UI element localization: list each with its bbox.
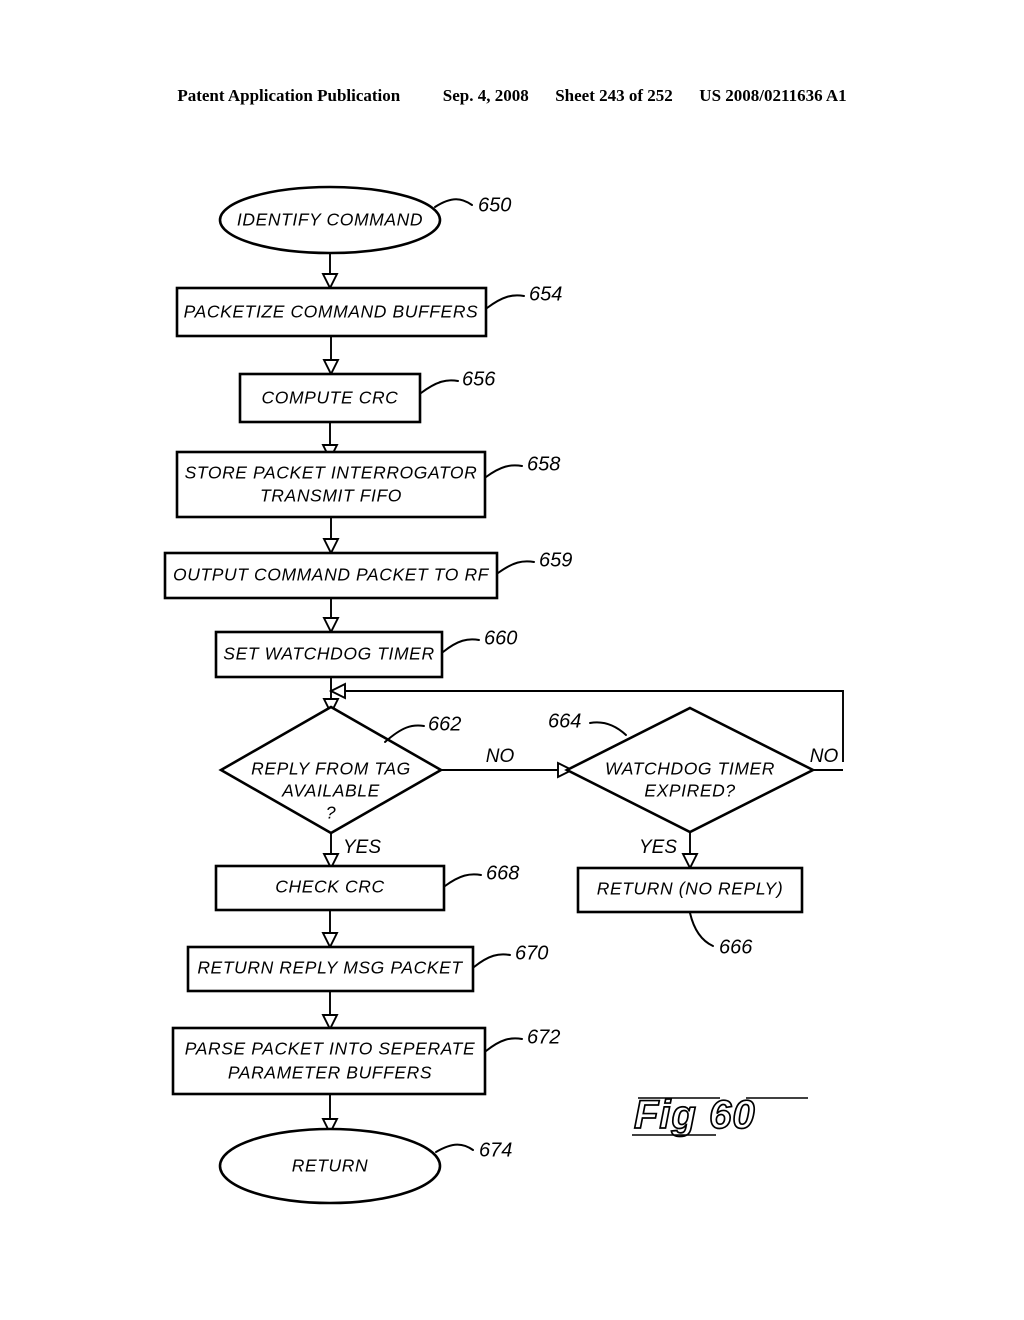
flow-node-watchdog-timer-expired: WATCHDOG TIMER EXPIRED? xyxy=(564,706,816,834)
branch-label-reply-yes: YES xyxy=(343,837,381,858)
ref-number-660: 660 xyxy=(484,627,517,649)
flow-node-reply-from-tag-available: REPLY FROM TAG AVAILABLE ? xyxy=(218,705,444,835)
node-label-664-line1: WATCHDOG TIMER xyxy=(605,759,775,779)
figure-caption-glyphs: Fig 60 xyxy=(632,1092,808,1138)
node-label-672-line1: PARSE PACKET INTO SEPERATE xyxy=(185,1039,475,1059)
node-label-650: IDENTIFY COMMAND xyxy=(237,210,423,230)
node-label-662-line1: REPLY FROM TAG xyxy=(251,759,411,779)
flow-node-check-crc: CHECK CRC xyxy=(214,864,446,912)
flow-node-output-command-packet-to-rf: OUTPUT COMMAND PACKET TO RF xyxy=(163,551,499,600)
node-label-674: RETURN xyxy=(292,1156,369,1176)
node-label-672-line2: PARAMETER BUFFERS xyxy=(228,1063,432,1083)
flow-node-packetize-command-buffers: PACKETIZE COMMAND BUFFERS xyxy=(175,286,488,338)
flow-node-return: RETURN xyxy=(218,1127,442,1205)
flow-node-return-no-reply: RETURN (NO REPLY) xyxy=(576,866,804,914)
branch-label-watchdog-no: NO xyxy=(810,746,839,767)
figure-caption-text: Fig 60 xyxy=(634,1093,756,1137)
node-label-664-line2: EXPIRED? xyxy=(644,781,735,801)
ref-number-650: 650 xyxy=(478,194,511,216)
ref-number-656: 656 xyxy=(462,368,496,390)
node-label-654: PACKETIZE COMMAND BUFFERS xyxy=(184,302,479,322)
node-label-670: RETURN REPLY MSG PACKET xyxy=(197,958,463,978)
node-label-662-line3: ? xyxy=(326,803,336,823)
node-label-668: CHECK CRC xyxy=(275,877,384,897)
figure-caption: Fig 60 xyxy=(628,1086,828,1142)
flow-node-parse-packet: PARSE PACKET INTO SEPERATE PARAMETER BUF… xyxy=(171,1026,487,1096)
ref-number-654: 654 xyxy=(529,283,562,305)
node-label-662-line2: AVAILABLE xyxy=(281,781,380,801)
branch-label-reply-no: NO xyxy=(486,746,515,767)
flow-node-set-watchdog-timer: SET WATCHDOG TIMER xyxy=(214,630,444,679)
flowchart-figure: IDENTIFY COMMAND 650 PACKETIZE COMMAND B… xyxy=(0,0,1024,1320)
ref-number-674: 674 xyxy=(479,1139,512,1161)
flow-node-compute-crc: COMPUTE CRC xyxy=(238,372,422,424)
node-label-656: COMPUTE CRC xyxy=(262,388,399,408)
ref-number-664: 664 xyxy=(548,710,581,732)
ref-number-668: 668 xyxy=(486,862,519,884)
node-label-658-line1: STORE PACKET INTERROGATOR xyxy=(185,463,478,483)
ref-number-659: 659 xyxy=(539,549,572,571)
ref-number-662: 662 xyxy=(428,713,461,735)
branch-label-watchdog-yes: YES xyxy=(639,837,677,858)
flow-node-store-packet-interrogator: STORE PACKET INTERROGATOR TRANSMIT FIFO xyxy=(175,450,487,519)
node-label-658-line2: TRANSMIT FIFO xyxy=(260,486,402,506)
node-label-666: RETURN (NO REPLY) xyxy=(597,879,784,899)
ref-number-672: 672 xyxy=(527,1026,560,1048)
node-label-659: OUTPUT COMMAND PACKET TO RF xyxy=(173,565,490,585)
ref-number-666: 666 xyxy=(719,936,753,958)
node-label-660: SET WATCHDOG TIMER xyxy=(223,644,434,664)
ref-number-658: 658 xyxy=(527,453,560,475)
ref-number-670: 670 xyxy=(515,942,548,964)
flow-node-identify-command: IDENTIFY COMMAND xyxy=(218,185,442,255)
flow-node-return-reply-msg-packet: RETURN REPLY MSG PACKET xyxy=(186,945,475,993)
